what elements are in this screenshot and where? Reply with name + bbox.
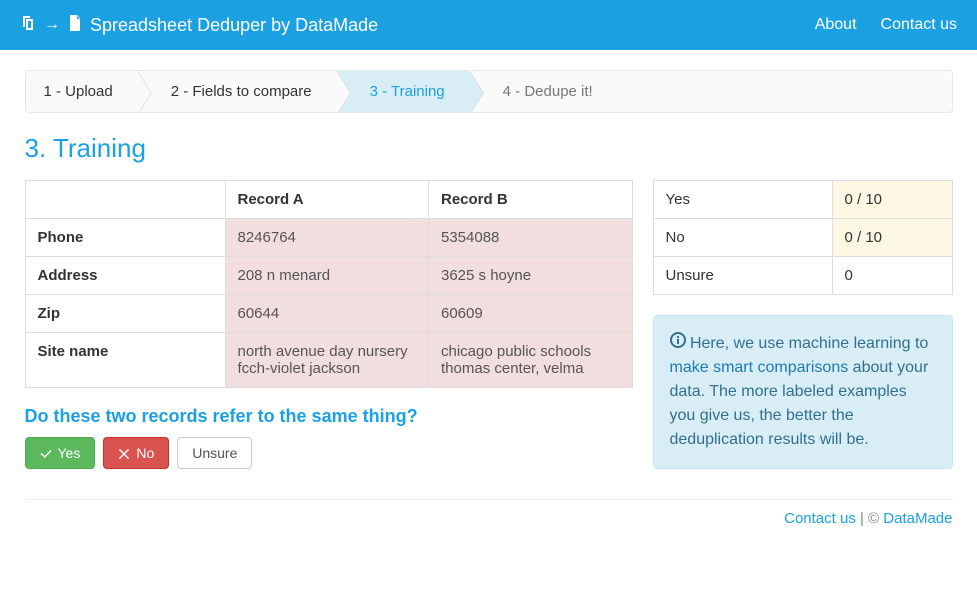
compare-blank-header [25,181,225,219]
app-title: Spreadsheet Deduper by DataMade [90,15,378,36]
no-button-label: No [136,445,154,461]
prompt-text: Do these two records refer to the same t… [25,406,633,427]
arrow-right-icon: → [44,16,60,34]
app-brand[interactable]: → Spreadsheet Deduper by DataMade [20,15,378,36]
breadcrumb: 1 - Upload 2 - Fields to compare 3 - Tra… [25,70,953,113]
table-row: Unsure 0 [653,257,952,295]
copy-icon [20,15,36,36]
file-icon [68,15,82,36]
table-row: No 0 / 10 [653,219,952,257]
page-title: 3. Training [25,133,953,164]
check-icon [40,447,52,459]
unsure-button[interactable]: Unsure [177,437,252,469]
no-button[interactable]: No [103,437,169,469]
record-a-header: Record A [225,181,429,219]
info-text-lead: Here, we use machine learning to [690,335,928,352]
yes-button[interactable]: Yes [25,437,96,469]
field-label: Zip [25,295,225,333]
step-dedupe: 4 - Dedupe it! [469,71,617,112]
record-b-value: 60609 [429,295,633,333]
nav-links: About Contact us [815,16,957,34]
step-fields[interactable]: 2 - Fields to compare [137,71,336,112]
footer-brand-link[interactable]: DataMade [883,510,952,527]
info-link[interactable]: make smart comparisons [670,359,849,376]
count-yes-label: Yes [653,181,832,219]
field-label: Address [25,257,225,295]
footer: Contact us | © DataMade [25,510,953,537]
record-a-value: 208 n menard [225,257,429,295]
record-a-value: 8246764 [225,219,429,257]
nav-about[interactable]: About [815,16,857,34]
compare-table: Record A Record B Phone 8246764 5354088 … [25,180,633,388]
count-unsure-value: 0 [832,257,952,295]
field-label: Site name [25,333,225,388]
record-b-value: 3625 s hoyne [429,257,633,295]
table-row: Phone 8246764 5354088 [25,219,632,257]
nav-contact[interactable]: Contact us [881,16,957,34]
table-row: Zip 60644 60609 [25,295,632,333]
footer-sep: | © [856,510,883,527]
counts-table: Yes 0 / 10 No 0 / 10 Unsure 0 [653,180,953,295]
info-icon [670,335,690,352]
table-row: Address 208 n menard 3625 s hoyne [25,257,632,295]
x-icon [118,447,130,459]
yes-button-label: Yes [58,445,81,461]
record-b-value: 5354088 [429,219,633,257]
record-a-value: north avenue day nursery fcch-violet jac… [225,333,429,388]
record-b-value: chicago public schools thomas center, ve… [429,333,633,388]
navbar: → Spreadsheet Deduper by DataMade About … [0,0,977,50]
info-box: Here, we use machine learning to make sm… [653,315,953,469]
table-row: Site name north avenue day nursery fcch-… [25,333,632,388]
count-yes-value: 0 / 10 [832,181,952,219]
record-a-value: 60644 [225,295,429,333]
table-row: Yes 0 / 10 [653,181,952,219]
footer-divider [25,499,953,500]
unsure-button-label: Unsure [192,445,237,461]
answer-buttons: Yes No Unsure [25,437,633,469]
count-unsure-label: Unsure [653,257,832,295]
footer-contact-link[interactable]: Contact us [784,510,856,527]
record-b-header: Record B [429,181,633,219]
count-no-value: 0 / 10 [832,219,952,257]
field-label: Phone [25,219,225,257]
step-training: 3 - Training [336,71,469,112]
step-upload[interactable]: 1 - Upload [26,71,137,112]
count-no-label: No [653,219,832,257]
